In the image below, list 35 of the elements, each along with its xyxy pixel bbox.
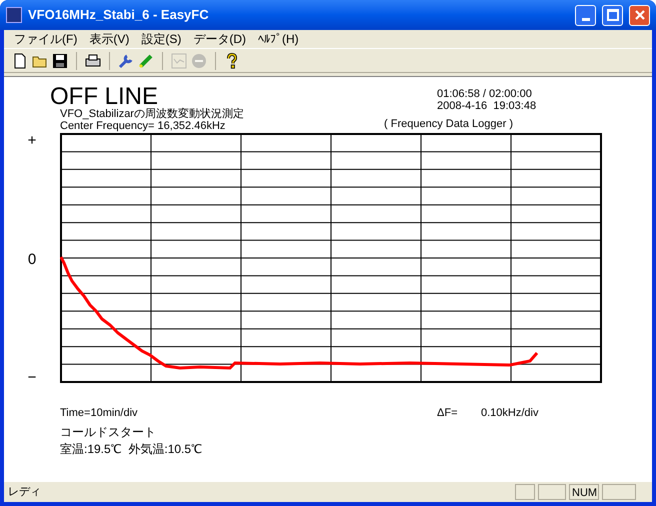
connection-status: OFF LINE — [50, 86, 158, 108]
delta-f-label: ΔF= — [437, 407, 458, 419]
menu-item[interactable]: ファイル(F) — [8, 30, 84, 48]
delta-f-value: 0.10kHz/div — [481, 407, 538, 419]
status-panel — [538, 484, 566, 500]
status-panel — [602, 484, 636, 500]
menu-item[interactable]: 表示(V) — [83, 30, 136, 48]
timestamp: 2008-4-16 19:03:48 — [437, 100, 536, 112]
chart-subtitle: ( Frequency Data Logger ) — [384, 118, 514, 130]
num-lock-indicator: NUM — [569, 484, 599, 500]
y-axis-bottom-label: − — [28, 370, 36, 385]
status-panel — [515, 484, 535, 500]
marker-pen-icon[interactable] — [138, 52, 154, 68]
wrench-icon[interactable] — [118, 52, 134, 68]
window-title: VFO16MHz_Stabi_6 - EasyFC — [28, 6, 210, 24]
printer-icon[interactable] — [85, 52, 101, 68]
elapsed-time: 01:06:58 / 02:00:00 — [437, 88, 533, 100]
new-file-icon[interactable] — [12, 52, 28, 68]
maximize-button[interactable] — [602, 4, 623, 26]
menu-item[interactable]: 設定(S) — [135, 30, 188, 48]
status-text: レディ — [8, 484, 42, 500]
chart-title: VFO_Stabilizarの周波数変動状況測定 — [60, 108, 245, 120]
time-scale: Time=10min/div — [60, 407, 139, 419]
y-axis-top-label: + — [28, 133, 36, 148]
app-logo-icon — [6, 7, 22, 23]
close-icon — [634, 9, 646, 21]
y-axis-zero-label: 0 — [28, 252, 36, 266]
measurement-note: コールドスタート — [60, 426, 157, 438]
close-button[interactable] — [629, 4, 650, 26]
minimize-button[interactable] — [575, 4, 596, 26]
temperature-readings: 室温:19.5℃ 外気温:10.5℃ — [60, 443, 204, 455]
menu-item[interactable]: データ(D) — [187, 30, 252, 48]
help-icon[interactable] — [224, 52, 240, 68]
center-frequency: Center Frequency= 16,352.46kHz — [60, 120, 226, 132]
menu-item[interactable]: ﾍﾙﾌﾟ(H) — [252, 30, 305, 48]
